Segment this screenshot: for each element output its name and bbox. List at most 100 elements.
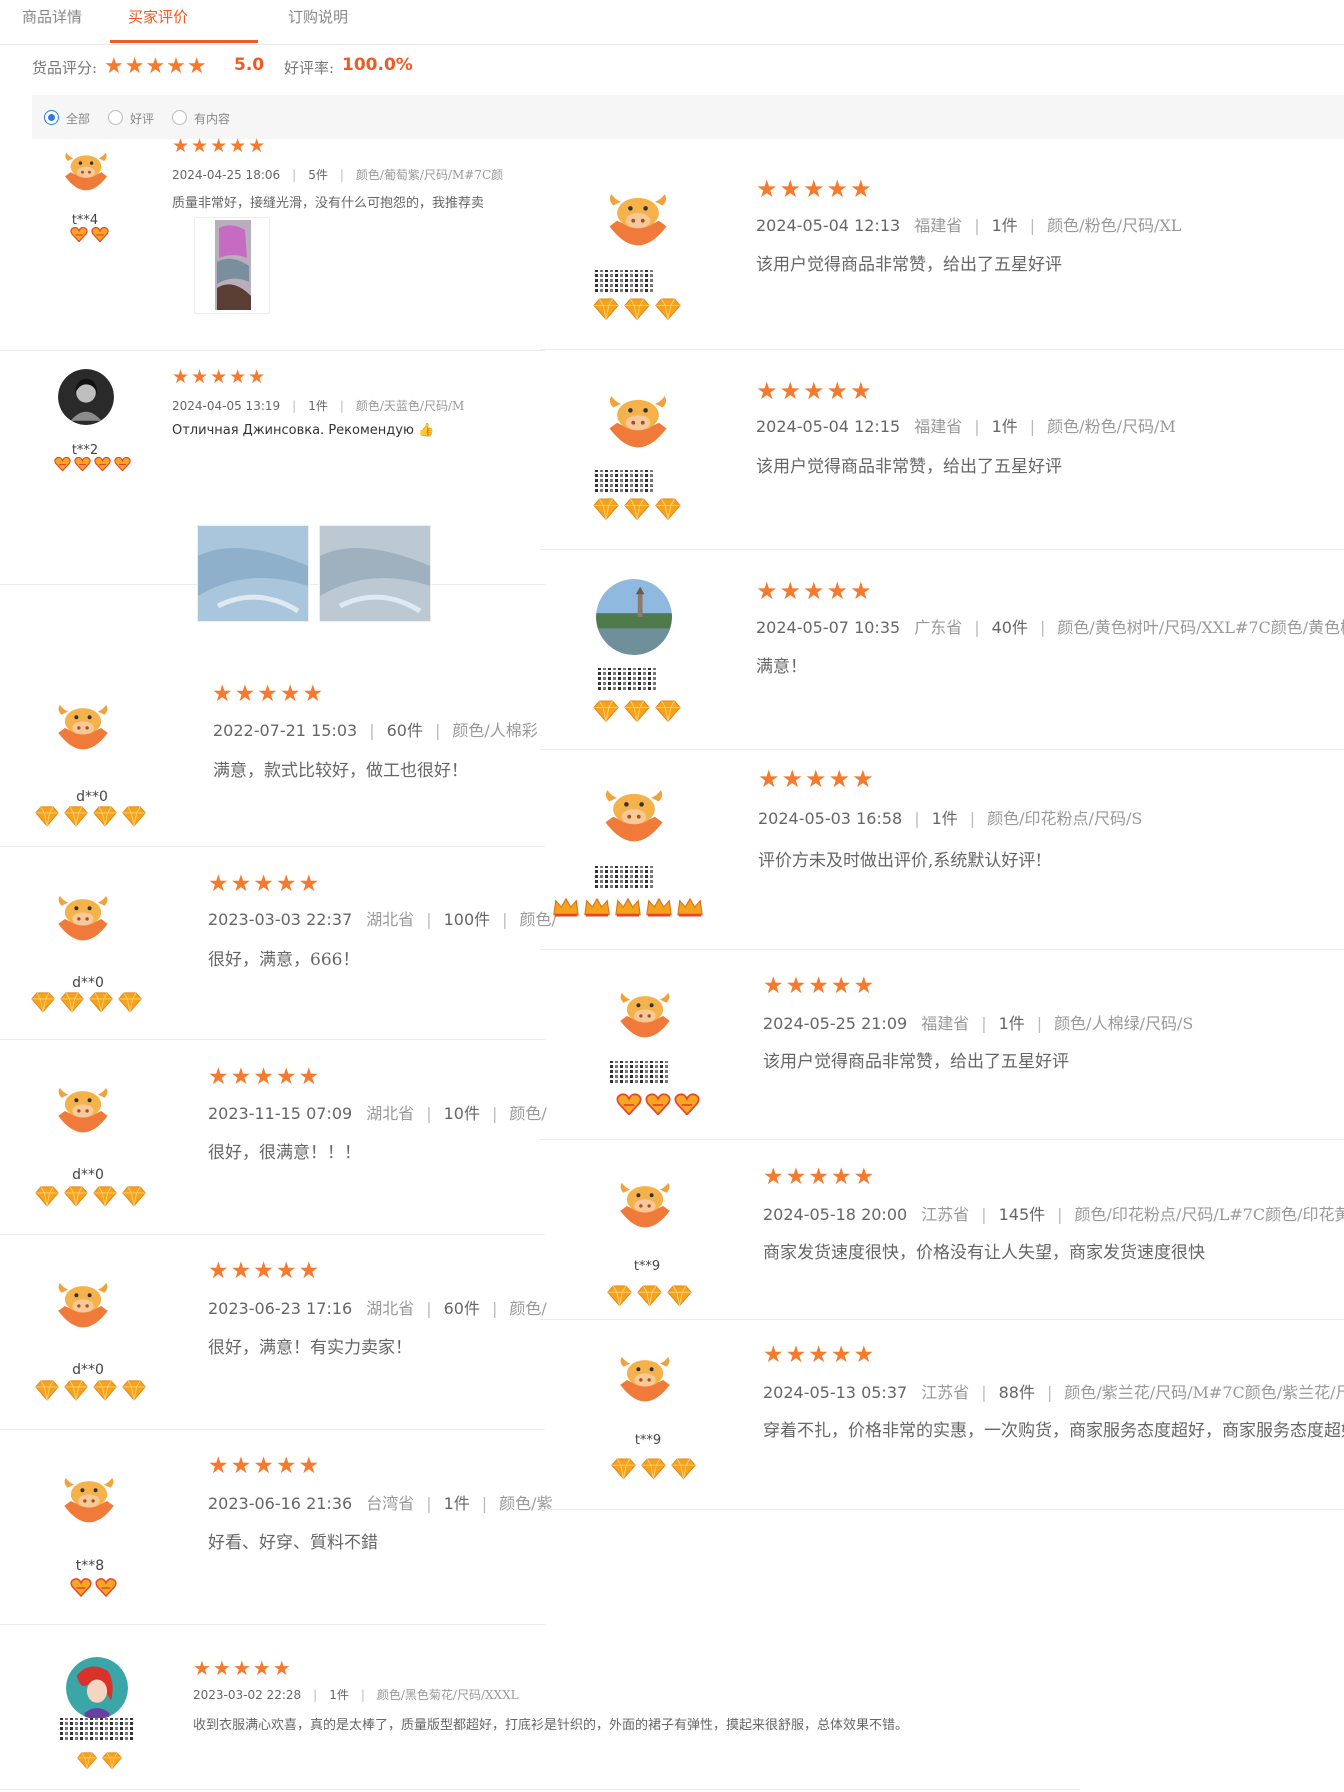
- product-spec: 颜色/人棉绿/尺码/S: [1054, 1014, 1194, 1033]
- review-date: 2022-07-21 15:03: [213, 721, 358, 740]
- review-photo[interactable]: [194, 217, 270, 314]
- tab-buyer-reviews[interactable]: 买家评价: [128, 6, 188, 27]
- cow-avatar-icon[interactable]: [50, 1073, 116, 1139]
- cow-avatar-icon[interactable]: [612, 978, 678, 1044]
- cow-avatar-icon[interactable]: [600, 177, 676, 253]
- divider: |: [1039, 618, 1046, 637]
- review-date: 2024-04-05 13:19: [172, 399, 281, 413]
- crown-badge-icon: [676, 896, 704, 922]
- mermaid-avatar[interactable]: [66, 1657, 128, 1719]
- cow-avatar-icon[interactable]: [600, 379, 676, 455]
- purchase-quantity: 1件: [931, 809, 958, 828]
- filter-with-content-radio[interactable]: [172, 110, 187, 125]
- diamond-badge-icon: [92, 806, 118, 831]
- cow-avatar-icon[interactable]: [50, 881, 116, 947]
- rating-stars: ★★★★★: [212, 681, 326, 707]
- rating-stars: ★★★★★: [208, 1064, 322, 1090]
- diamond-badge-icon: [592, 298, 620, 324]
- purchase-quantity: 145件: [998, 1205, 1046, 1224]
- divider: |: [292, 399, 297, 413]
- reviewer-name[interactable]: d**0: [72, 975, 104, 991]
- reviewer-name[interactable]: t**9: [635, 1433, 661, 1448]
- masked-username: [598, 668, 658, 690]
- filter-with-content-label[interactable]: 有内容: [194, 110, 230, 127]
- buyer-level-badges: [592, 498, 685, 524]
- filter-positive-label[interactable]: 好评: [130, 110, 154, 127]
- cow-avatar-icon[interactable]: [612, 1168, 678, 1234]
- divider: |: [981, 1205, 987, 1224]
- rating-stars: ★★★★★: [172, 366, 268, 388]
- filter-all-radio[interactable]: [44, 110, 59, 125]
- purchase-quantity: 1件: [991, 417, 1018, 436]
- review-text: 满意！: [756, 657, 807, 677]
- buyer-level-badges: [54, 456, 134, 475]
- heart-badge-icon: [616, 1092, 642, 1119]
- buyer-region: 湖北省: [366, 910, 415, 929]
- review-meta: 2024-05-13 05:37 江苏省 | 88件 | 颜色/紫兰花/尺码/M#7C颜色…: [763, 1379, 1344, 1403]
- review-meta: 2024-05-07 10:35 广东省 | 40件 | 颜色/黄色树叶/尺码/XXL#7…: [756, 614, 1344, 638]
- review-separator: [540, 949, 1344, 950]
- divider: |: [339, 399, 344, 413]
- filter-all-label[interactable]: 全部: [66, 110, 90, 127]
- tab-product-details[interactable]: 商品详情: [22, 6, 82, 27]
- reviewer-name[interactable]: t**9: [634, 1259, 660, 1274]
- cow-avatar-icon[interactable]: [50, 690, 116, 756]
- review-meta: 2023-11-15 07:09 湖北省 | 10件 | 颜色/: [208, 1100, 547, 1124]
- reviewer-name[interactable]: t**8: [76, 1558, 104, 1574]
- diamond-badge-icon: [623, 498, 651, 524]
- cow-avatar-icon[interactable]: [612, 1342, 678, 1408]
- divider: |: [969, 809, 976, 828]
- review-date: 2024-04-25 18:06: [172, 168, 281, 182]
- review-meta: 2024-05-04 12:15 福建省 | 1件 | 颜色/粉色/尺码/M: [756, 413, 1176, 437]
- product-spec: 颜色/葡萄紫/尺码/M#7C颜: [355, 168, 504, 182]
- diamond-badge-icon: [654, 700, 682, 726]
- review-photo[interactable]: [319, 525, 431, 622]
- diamond-badge-icon: [121, 806, 147, 831]
- score-stars: ★★★★★: [104, 54, 208, 79]
- heart-badge-icon: [91, 226, 109, 246]
- cow-avatar-icon[interactable]: [50, 1268, 116, 1334]
- buyer-level-badges: [34, 806, 150, 831]
- diamond-badge-icon: [34, 806, 60, 831]
- review-separator: [0, 1624, 545, 1625]
- landscape-photo[interactable]: [596, 579, 672, 655]
- reviewer-name[interactable]: d**0: [72, 1167, 104, 1183]
- diamond-badge-icon: [63, 1186, 89, 1211]
- crown-badge-icon: [645, 896, 673, 922]
- divider: |: [434, 721, 441, 740]
- review-separator: [540, 1319, 1344, 1320]
- good-rate-value: 100.0%: [342, 55, 413, 75]
- diamond-badge-icon: [63, 806, 89, 831]
- diamond-badge-icon: [666, 1285, 693, 1311]
- masked-username: [610, 1061, 670, 1083]
- person-photo[interactable]: [58, 369, 114, 425]
- filter-positive-radio[interactable]: [108, 110, 123, 125]
- product-spec: 颜色/粉色/尺码/XL: [1047, 216, 1182, 235]
- buyer-region: 江苏省: [921, 1205, 970, 1224]
- review-date: 2024-05-04 12:15: [756, 417, 901, 436]
- review-text: 质量非常好，接缝光滑，没有什么可抱怨的，我推荐卖: [172, 196, 485, 211]
- purchase-quantity: 1件: [991, 216, 1018, 235]
- heart-badge-icon: [54, 456, 71, 475]
- review-meta: 2024-04-05 13:19 | 1件 | 颜色/天蓝色/尺码/M: [172, 397, 464, 414]
- review-text: 评价方未及时做出评价,系统默认好评!: [758, 851, 1043, 871]
- reviewer-name[interactable]: d**0: [76, 789, 108, 805]
- review-meta: 2022-07-21 15:03 | 60件 | 颜色/人棉彩: [213, 717, 538, 741]
- heart-badge-icon: [95, 1577, 117, 1601]
- review-date: 2024-05-04 12:13: [756, 216, 901, 235]
- review-photo[interactable]: [197, 525, 309, 622]
- cow-avatar-icon[interactable]: [58, 140, 114, 196]
- cow-avatar-icon[interactable]: [596, 773, 672, 849]
- divider: |: [426, 910, 432, 929]
- review-text: 很好，满意！有实力卖家！: [208, 1338, 412, 1358]
- cow-avatar-icon[interactable]: [56, 1463, 122, 1529]
- divider: |: [1036, 1014, 1043, 1033]
- heart-badge-icon: [645, 1092, 671, 1119]
- review-date: 2023-06-16 21:36: [208, 1494, 353, 1513]
- tab-order-instructions[interactable]: 订购说明: [288, 6, 348, 27]
- heart-badge-icon: [74, 456, 91, 475]
- review-meta: 2024-04-25 18:06 | 5件 | 颜色/葡萄紫/尺码/M#7C颜: [172, 166, 503, 183]
- review-meta: 2023-03-02 22:28 | 1件 | 颜色/黑色菊花/尺码/XXXL: [193, 1686, 519, 1703]
- diamond-badge-icon: [59, 992, 85, 1017]
- reviewer-name[interactable]: d**0: [72, 1362, 104, 1378]
